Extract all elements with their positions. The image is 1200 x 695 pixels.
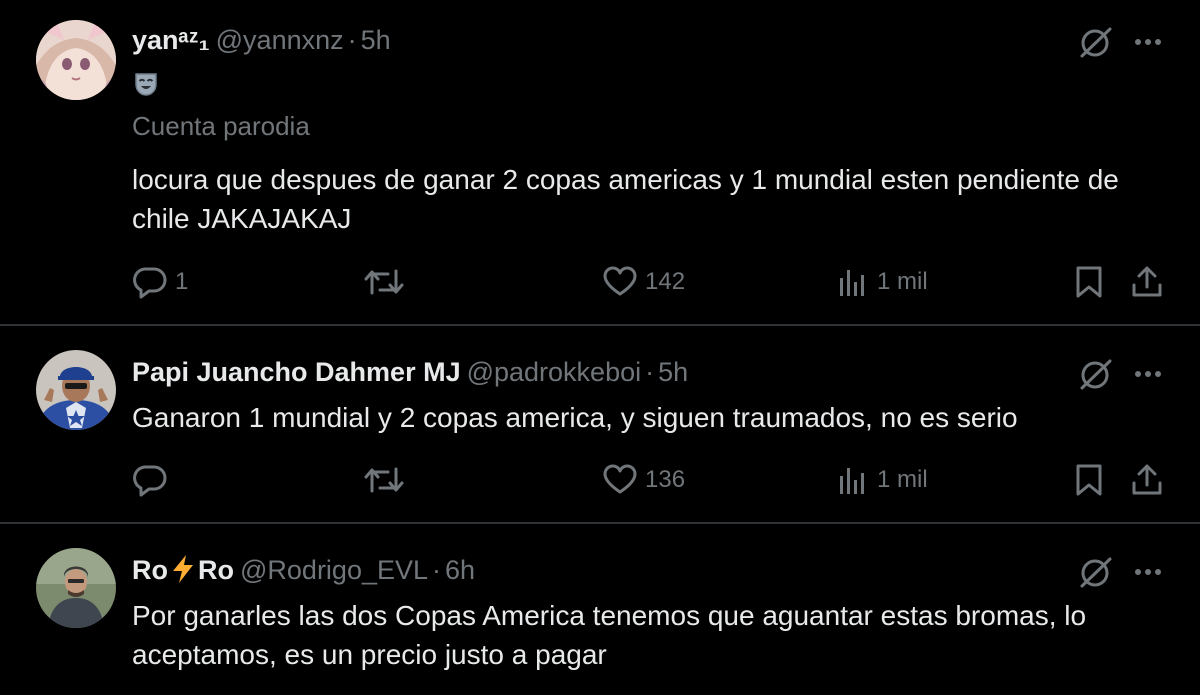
parody-account-label: Cuenta parodia [132,111,310,141]
tweet-text: Ganaron 1 mundial y 2 copas america, y s… [132,402,1018,433]
separator-dot: · [645,357,655,387]
separator-dot: · [347,25,357,55]
tweet-header: Papi Juancho Dahmer MJ @padrokkeboi · 5h [132,356,688,388]
bookmark-button[interactable] [1074,460,1104,500]
user-handle[interactable]: @yannxnz [216,25,344,55]
timestamp[interactable]: 5h [361,25,391,55]
more-options-icon[interactable] [1130,554,1166,590]
bookmark-button[interactable] [1074,262,1104,302]
grok-icon[interactable] [1078,356,1114,392]
reply-count: 1 [175,268,189,295]
like-button[interactable]: 142 [603,262,685,302]
heart-icon [603,266,637,296]
user-avatar[interactable] [36,20,116,100]
like-count: 142 [645,268,686,295]
views-button[interactable]: 1 mil [837,262,928,302]
user-handle[interactable]: @Rodrigo_EVL [240,555,428,585]
grok-icon[interactable] [1078,24,1114,60]
timestamp[interactable]: 6h [445,555,475,585]
retweet-button[interactable] [364,460,404,500]
heart-icon [603,464,637,494]
tweet-text: Por ganarles las dos Copas America tenem… [132,600,1087,670]
more-options-icon[interactable] [1130,356,1166,392]
user-handle[interactable]: @padrokkeboi [467,357,642,387]
share-button[interactable] [1130,460,1164,500]
views-chart-icon [840,270,864,296]
retweet-icon [364,269,404,295]
separator-dot: · [432,555,442,585]
display-name[interactable]: Papi Juancho Dahmer MJ [132,357,461,387]
retweet-button[interactable] [364,262,404,302]
views-button[interactable]: 1 mil [837,460,928,500]
timestamp[interactable]: 5h [658,357,688,387]
tweet-header: Ro Ro @Rodrigo_EVL · 6h [132,554,475,586]
views-count: 1 mil [877,466,928,493]
user-avatar[interactable] [36,548,116,628]
share-icon [1132,266,1162,297]
like-button[interactable]: 136 [603,460,685,500]
share-icon [1132,464,1162,495]
tweet-text: locura que despues de ganar 2 copas amer… [132,164,1119,234]
share-button[interactable] [1130,262,1164,302]
more-options-icon[interactable] [1130,24,1166,60]
theater-mask-icon [135,73,157,96]
reply-icon [133,465,167,497]
tweet-header: yanᵃᶻ₁ @yannxnz · 5h [132,24,391,56]
display-name-part[interactable]: Ro [198,555,234,585]
reply-button[interactable]: 1 [133,262,188,302]
retweet-icon [364,467,404,493]
views-count: 1 mil [877,268,928,295]
bookmark-icon [1076,464,1102,496]
tweet[interactable]: yanᵃᶻ₁ @yannxnz · 5h Cuenta parodia locura … [0,0,1200,326]
display-name-part[interactable]: Ro [132,555,168,585]
reply-button[interactable] [133,460,167,500]
display-name[interactable]: yanᵃᶻ₁ [132,25,210,55]
bookmark-icon [1076,266,1102,298]
views-chart-icon [840,468,864,494]
reply-icon [133,267,167,299]
tweet[interactable]: Papi Juancho Dahmer MJ @padrokkeboi · 5h Ga… [0,326,1200,522]
user-avatar[interactable] [36,350,116,430]
like-count: 136 [645,466,686,493]
grok-icon[interactable] [1078,554,1114,590]
lightning-bolt-icon [173,555,193,583]
tweet[interactable]: Ro Ro @Rodrigo_EVL · 6h Por ganarles las dos… [0,524,1200,695]
